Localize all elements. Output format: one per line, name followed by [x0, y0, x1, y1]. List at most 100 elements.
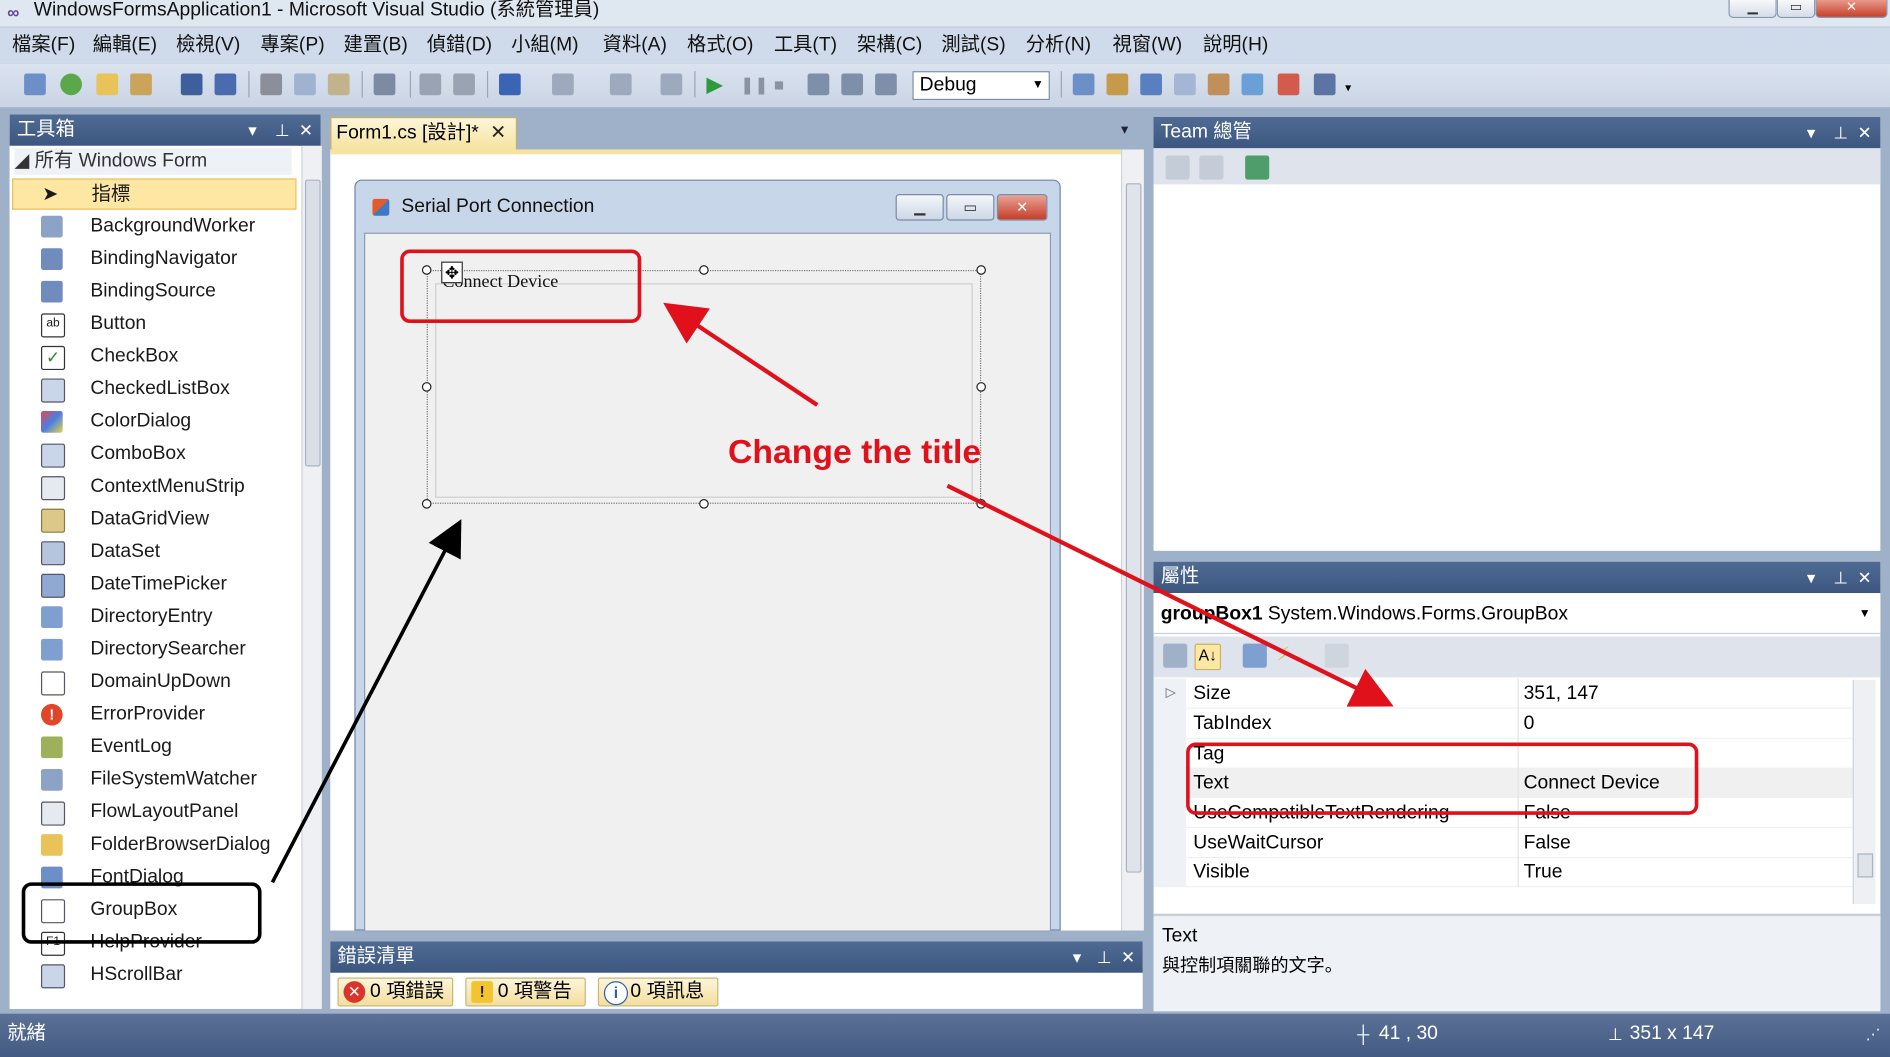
- designer-scrollbar[interactable]: [1120, 149, 1144, 931]
- scrollbar-thumb[interactable]: [1125, 183, 1142, 873]
- comment-icon[interactable]: [419, 73, 442, 96]
- toolbox-item-directoryentry[interactable]: DirectoryEntry: [12, 601, 296, 632]
- pin-icon[interactable]: ⊥: [275, 115, 290, 146]
- menu-file[interactable]: 檔案(F): [12, 34, 75, 58]
- stop-icon[interactable]: [1199, 155, 1224, 180]
- step-over-icon[interactable]: [841, 73, 864, 96]
- pause-icon[interactable]: ❚❚: [740, 74, 768, 96]
- object-selector[interactable]: groupBox1 System.Windows.Forms.GroupBox …: [1153, 595, 1881, 635]
- menu-help[interactable]: 說明(H): [1203, 34, 1268, 58]
- step-into-icon[interactable]: [807, 73, 830, 96]
- open-file-icon[interactable]: [96, 73, 119, 96]
- add-item-icon[interactable]: [60, 73, 82, 96]
- menu-team[interactable]: 小組(M): [511, 34, 579, 58]
- toolbox-item-pointer[interactable]: ➤ 指標: [12, 178, 297, 210]
- properties-view-icon[interactable]: [1242, 643, 1267, 668]
- add-new-item-icon[interactable]: [130, 73, 152, 96]
- tab-form1-design[interactable]: Form1.cs [設計]* ✕: [330, 116, 518, 150]
- properties-window-icon[interactable]: [1140, 73, 1162, 96]
- pin-icon[interactable]: ⊥: [1833, 562, 1848, 593]
- events-icon[interactable]: ⚡: [1276, 644, 1300, 668]
- toolbox-item-colordialog[interactable]: ColorDialog: [12, 406, 296, 437]
- toolbox-item-bindingnavigator[interactable]: BindingNavigator: [12, 243, 296, 274]
- stop-icon[interactable]: ■: [774, 74, 796, 96]
- panel-dropdown-icon[interactable]: ▾: [1073, 941, 1081, 972]
- panel-dropdown-icon[interactable]: ▾: [1807, 117, 1815, 148]
- minimize-button[interactable]: ▁: [1728, 0, 1777, 19]
- expand-icon[interactable]: ▷: [1166, 679, 1176, 709]
- toolbox-scrollbar[interactable]: [301, 145, 322, 1009]
- save-all-icon[interactable]: [214, 73, 237, 96]
- step-out-icon[interactable]: [875, 73, 897, 96]
- menu-debug[interactable]: 偵錯(D): [427, 34, 492, 58]
- warnings-filter-button[interactable]: ! 0 項警告: [465, 977, 586, 1007]
- errors-filter-button[interactable]: ✕ 0 項錯誤: [337, 977, 454, 1007]
- property-row-usewaitcursor[interactable]: UseWaitCursor False: [1153, 828, 1853, 859]
- menu-data[interactable]: 資料(A): [603, 34, 667, 58]
- refresh-icon[interactable]: [1165, 155, 1190, 180]
- resize-grip-icon[interactable]: ⋰: [1866, 1014, 1880, 1055]
- toolbox-item-checkedlistbox[interactable]: CheckedListBox: [12, 374, 296, 405]
- toolbox-item-contextmenustrip[interactable]: ContextMenuStrip: [12, 471, 296, 502]
- resize-handle[interactable]: [976, 499, 986, 509]
- toolbox-item-folderbrowserdialog[interactable]: FolderBrowserDialog: [12, 829, 296, 860]
- property-row-visible[interactable]: Visible True: [1153, 857, 1853, 888]
- property-row-size[interactable]: ▷ Size 351, 147: [1153, 678, 1853, 709]
- menu-project[interactable]: 專案(P): [260, 34, 324, 58]
- menu-edit[interactable]: 編輯(E): [93, 34, 157, 58]
- cut-icon[interactable]: [260, 73, 283, 96]
- scrollbar-thumb[interactable]: [1857, 853, 1874, 878]
- toolbox-item-bindingsource[interactable]: BindingSource: [12, 276, 296, 307]
- save-icon[interactable]: [180, 73, 203, 96]
- extension-manager-icon[interactable]: [1277, 73, 1300, 96]
- close-button[interactable]: ✕: [1815, 0, 1888, 19]
- toolbox-item-checkbox[interactable]: ✓ CheckBox: [12, 341, 296, 372]
- resize-handle[interactable]: [699, 265, 709, 275]
- close-icon[interactable]: ✕: [1857, 117, 1871, 148]
- toolbox-category[interactable]: ◢ 所有 Windows Form: [14, 148, 292, 175]
- pin-icon[interactable]: ⊥: [1097, 941, 1112, 972]
- toolbox-item-combobox[interactable]: ComboBox: [12, 439, 296, 470]
- pin-icon[interactable]: ⊥: [1833, 117, 1848, 148]
- resize-handle[interactable]: [421, 382, 432, 392]
- menu-window[interactable]: 視窗(W): [1113, 34, 1183, 58]
- solution-config-dropdown[interactable]: Debug ▼: [912, 71, 1050, 101]
- menu-analyze[interactable]: 分析(N): [1026, 34, 1091, 58]
- close-icon[interactable]: ✕: [299, 115, 313, 146]
- navigate-backward-icon[interactable]: [609, 73, 632, 96]
- maximize-button[interactable]: ▭: [1776, 0, 1816, 19]
- close-icon[interactable]: ✕: [490, 118, 506, 148]
- redo-icon[interactable]: [552, 73, 574, 96]
- find-icon[interactable]: [373, 73, 396, 96]
- uncomment-icon[interactable]: [453, 73, 475, 96]
- toolbox-item-hscrollbar[interactable]: HScrollBar: [12, 959, 296, 990]
- menu-view[interactable]: 檢視(V): [176, 34, 240, 58]
- toolbox-icon[interactable]: [1207, 73, 1230, 96]
- start-page-icon[interactable]: [1241, 73, 1264, 96]
- menu-architecture[interactable]: 架構(C): [857, 34, 922, 58]
- alphabetical-icon[interactable]: A↓: [1194, 643, 1222, 671]
- toolbox-item-errorprovider[interactable]: ! ErrorProvider: [12, 699, 296, 730]
- find-in-files-icon[interactable]: [1072, 73, 1095, 96]
- menu-build[interactable]: 建置(B): [344, 34, 408, 58]
- object-browser-icon[interactable]: [1174, 73, 1196, 96]
- navigate-forward-icon[interactable]: [660, 73, 683, 96]
- toolbox-item-domainupdown[interactable]: DomainUpDown: [12, 667, 296, 698]
- paste-icon[interactable]: [327, 73, 350, 96]
- properties-scrollbar[interactable]: [1852, 679, 1876, 905]
- toolbox-item-datagridview[interactable]: DataGridView: [12, 504, 296, 535]
- solution-explorer-icon[interactable]: [1106, 73, 1129, 96]
- toolbox-item-filesystemwatcher[interactable]: FileSystemWatcher: [12, 764, 296, 795]
- close-icon[interactable]: ✕: [1121, 941, 1135, 972]
- categorized-icon[interactable]: [1163, 643, 1188, 668]
- messages-filter-button[interactable]: i0 項訊息: [597, 977, 719, 1007]
- resize-handle[interactable]: [976, 382, 986, 392]
- toolbox-item-backgroundworker[interactable]: BackgroundWorker: [12, 211, 296, 242]
- close-icon[interactable]: ✕: [1857, 562, 1871, 593]
- new-project-icon[interactable]: [24, 73, 46, 96]
- start-debugging-icon[interactable]: ▶: [706, 74, 728, 96]
- menu-tools[interactable]: 工具(T): [774, 34, 837, 58]
- resize-handle[interactable]: [699, 499, 709, 509]
- property-pages-icon[interactable]: [1324, 643, 1349, 668]
- toolbox-item-directorysearcher[interactable]: DirectorySearcher: [12, 634, 296, 665]
